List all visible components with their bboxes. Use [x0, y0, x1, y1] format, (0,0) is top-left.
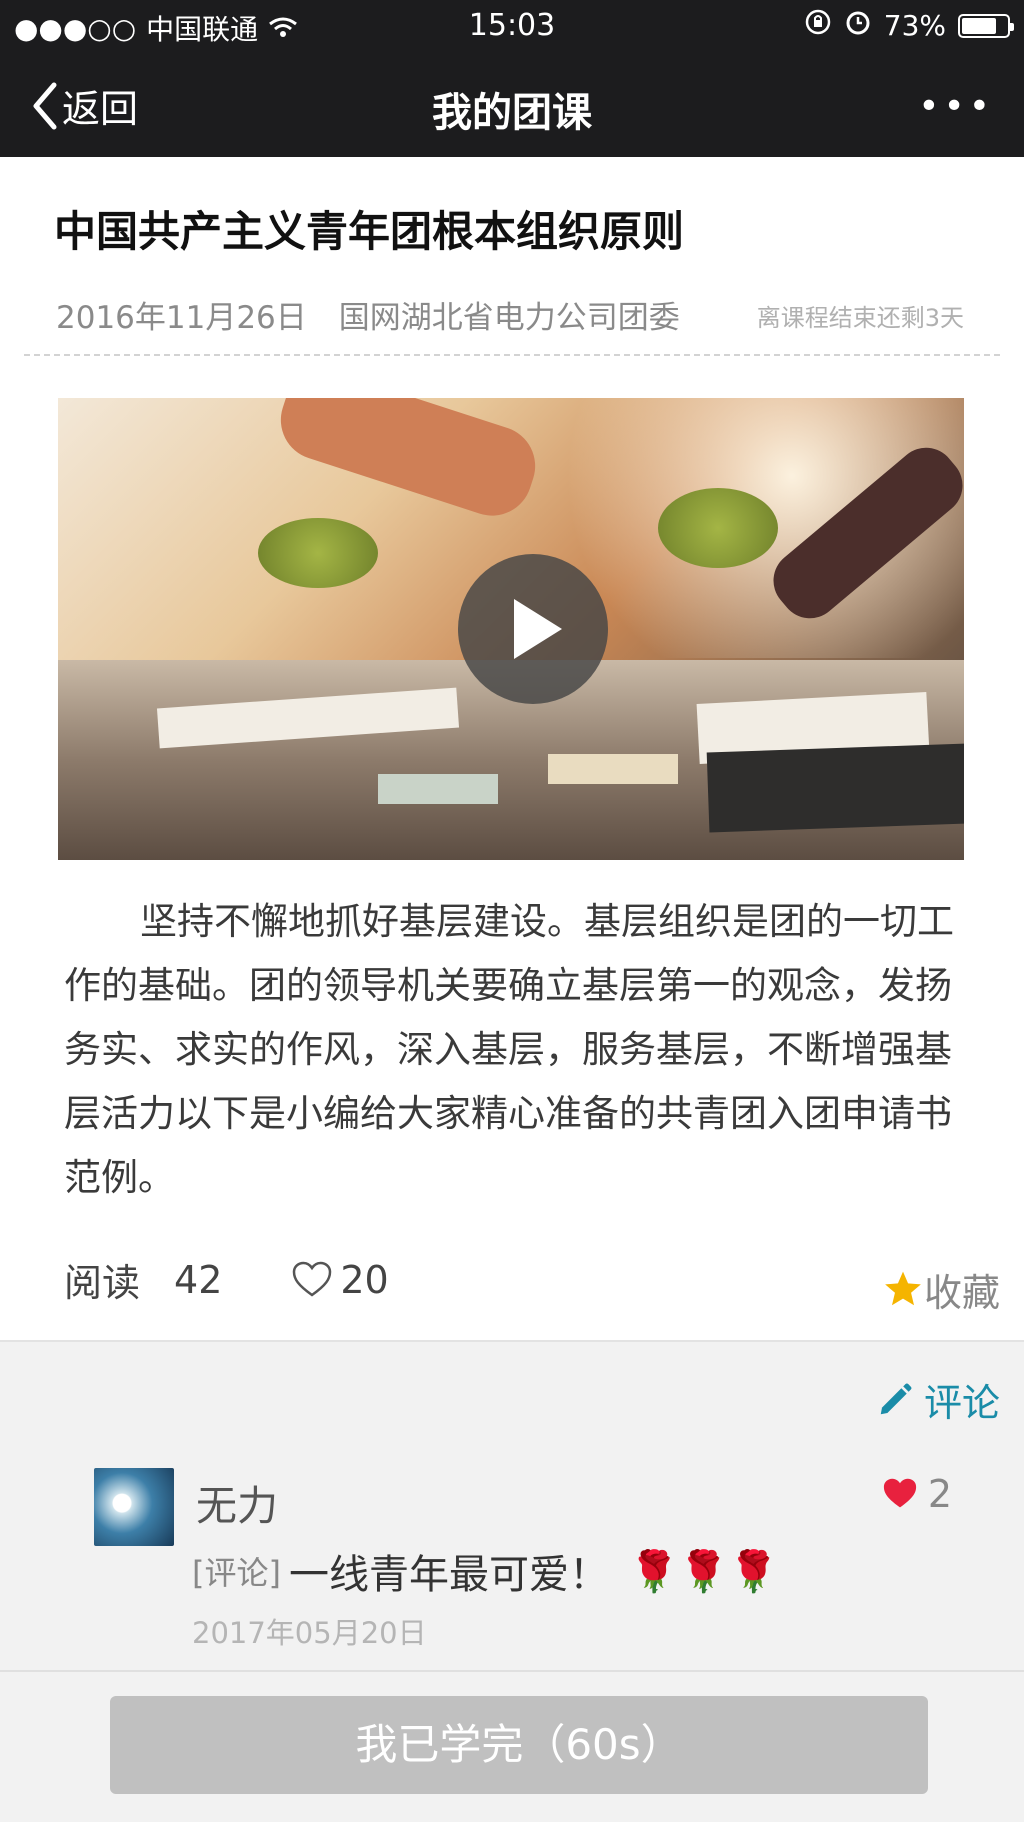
- battery-percent: 73%: [883, 9, 946, 42]
- more-menu-button[interactable]: •••: [918, 86, 994, 127]
- video-plant: [258, 518, 378, 588]
- article-date: 2016年11月26日: [56, 300, 307, 336]
- rotation-lock-icon: [804, 8, 832, 43]
- comments-section: 评论 无力 2 [评论] 一线青年最可爱！ 🌹🌹🌹 2017年05月20日: [0, 1340, 1024, 1672]
- status-bar: ●●●○○ 中国联通 15:03 73%: [0, 0, 1024, 50]
- article-stats: 阅读 42 20: [64, 1252, 389, 1307]
- status-right: 73%: [804, 8, 1014, 43]
- comment-text: 一线青年最可爱！: [288, 1552, 609, 1598]
- write-comment-button[interactable]: 评论: [876, 1372, 1000, 1427]
- star-icon: [885, 1271, 921, 1305]
- page-title: 我的团课: [432, 90, 592, 136]
- dashed-divider: [24, 354, 1000, 356]
- heart-outline-icon: [293, 1261, 332, 1297]
- battery-icon: [958, 13, 1014, 38]
- article-title: 中国共产主义青年团根本组织原则: [54, 207, 685, 256]
- article-meta: 2016年11月26日 国网湖北省电力公司团委: [56, 292, 680, 337]
- finish-study-button[interactable]: 我已学完（60s）: [110, 1696, 928, 1794]
- top-bar: ●●●○○ 中国联通 15:03 73% 返回 我的团课 •••: [0, 0, 1024, 157]
- video-plant: [658, 488, 778, 568]
- read-count: 42: [174, 1257, 223, 1302]
- play-icon[interactable]: [458, 554, 608, 704]
- comment-tag: [评论]: [192, 1554, 281, 1592]
- article-body: 坚持不懈地抓好基层建设。基层组织是团的一切工作的基础。团的领导机关要确立基层第一…: [64, 900, 954, 1199]
- avatar[interactable]: [94, 1468, 174, 1546]
- like-count: 20: [340, 1257, 389, 1302]
- comment-author: 无力: [196, 1482, 278, 1530]
- write-comment-label: 评论: [923, 1381, 1000, 1425]
- nav-bar: 返回 我的团课 •••: [0, 60, 1024, 150]
- comment-date: 2017年05月20日: [192, 1616, 427, 1650]
- like-button[interactable]: 20: [292, 1257, 389, 1302]
- article-org: 国网湖北省电力公司团委: [338, 300, 680, 336]
- comment-like-button[interactable]: 2: [882, 1472, 952, 1516]
- video-sticky-note: [378, 774, 498, 804]
- rose-emoji-group: 🌹🌹🌹: [628, 1548, 779, 1595]
- video-notebook: [706, 743, 964, 833]
- favorite-button[interactable]: 收藏: [882, 1262, 1000, 1317]
- video-player[interactable]: [58, 398, 964, 860]
- read-label: 阅读: [64, 1261, 141, 1305]
- alarm-icon: [844, 8, 872, 43]
- heart-icon: [883, 1478, 916, 1508]
- course-remaining: 离课程结束还剩3天: [756, 304, 964, 332]
- comment-like-count: 2: [927, 1472, 952, 1516]
- video-sticky-note: [548, 754, 678, 784]
- video-arm: [270, 398, 546, 526]
- favorite-label: 收藏: [923, 1271, 1000, 1315]
- pencil-icon: [880, 1383, 912, 1414]
- comment-content: [评论] 一线青年最可爱！ 🌹🌹🌹: [192, 1542, 778, 1600]
- bottom-bar: 我已学完（60s）: [0, 1670, 1024, 1822]
